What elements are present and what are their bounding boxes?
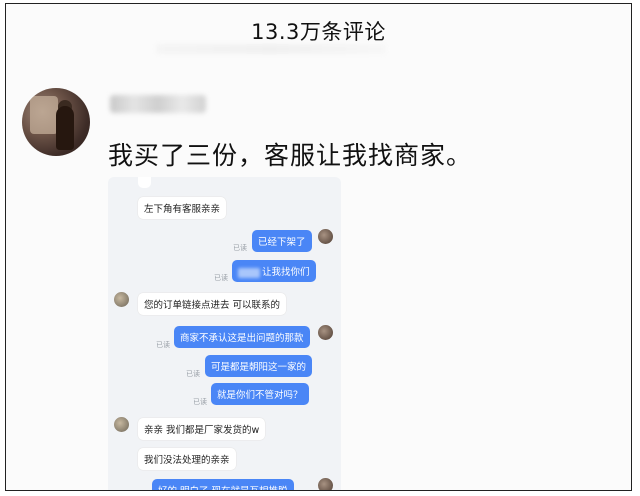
avatar-window [30, 96, 58, 134]
read-status: 已读 [233, 244, 247, 252]
read-status: 已读 [156, 341, 170, 349]
screenshot-frame: 13.3万条评论 我买了三份，客服让我找商家。 左下角有客服亲亲 已经下架了 已… [5, 3, 632, 491]
avatar-person [56, 106, 74, 150]
chat-message-user: 可是都是朝阳这一家的 [205, 355, 313, 377]
chat-message-shop: 亲亲 我们都是厂家发货的w [138, 418, 266, 440]
comment-text: 我买了三份，客服让我找商家。 [108, 141, 473, 170]
comment-count-title: 13.3万条评论 [251, 20, 386, 44]
chat-message-user: 已经下架了 [252, 230, 312, 252]
user-chat-avatar [318, 325, 333, 340]
blurred-username [110, 95, 206, 113]
shop-chat-avatar [114, 417, 129, 432]
chat-message-user: 就是你们不管对吗？ [211, 383, 309, 405]
chat-message-user: 让我找你们 [232, 260, 316, 282]
read-status: 已读 [214, 274, 228, 282]
chat-message-user: 商家不承认这是出问题的那款 [174, 326, 310, 348]
chat-message-shop: 左下角有客服亲亲 [138, 197, 227, 219]
user-chat-avatar [318, 229, 333, 244]
chat-message-partial [138, 177, 152, 188]
redacted-text [238, 267, 260, 278]
user-avatar[interactable] [22, 88, 90, 156]
chat-message-shop: 您的订单链接点进去 可以联系的 [138, 293, 287, 315]
faded-text [156, 44, 386, 54]
read-status: 已读 [193, 398, 207, 406]
user-chat-avatar [318, 478, 333, 490]
chat-message-user: 好的 明白了 现在就是互相推脱 [152, 479, 294, 490]
chat-message-shop: 我们没法处理的亲亲 [138, 448, 236, 470]
read-status: 已读 [186, 370, 200, 378]
chat-screenshot: 左下角有客服亲亲 已经下架了 已读 让我找你们 已读 您的订单链接点进去 可以联… [108, 177, 341, 490]
shop-chat-avatar [114, 292, 129, 307]
